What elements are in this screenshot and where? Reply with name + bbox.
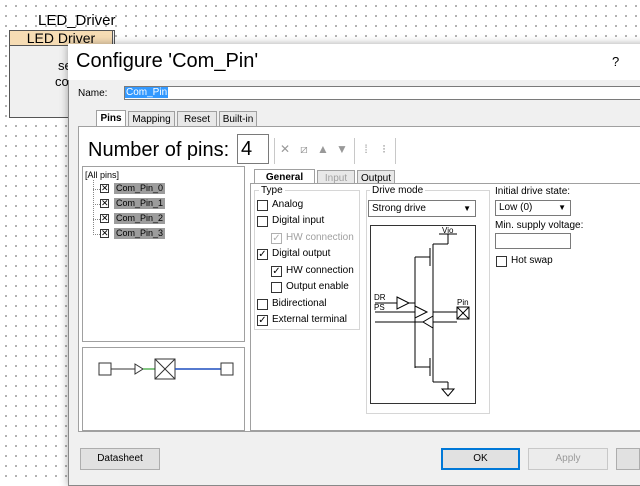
bidirectional-checkbox[interactable] [257, 299, 268, 310]
name-input[interactable] [124, 86, 640, 100]
pin-preview-diagram [98, 358, 234, 380]
tab-mapping[interactable]: Mapping [128, 111, 175, 127]
chevron-down-icon: ▼ [558, 203, 566, 212]
apply-button[interactable]: Apply [528, 448, 608, 470]
cancel-button-partial[interactable] [616, 448, 640, 470]
tab-reset[interactable]: Reset [177, 111, 217, 127]
output-hw-connection-checkbox[interactable]: ✓ [271, 266, 282, 277]
move-up-icon[interactable]: ▲ [317, 143, 329, 155]
digital-output-label: Digital output [272, 248, 331, 259]
min-supply-voltage-label: Min. supply voltage: [495, 220, 584, 231]
move-down-icon[interactable]: ▼ [336, 143, 348, 155]
ungroup-icon[interactable]: ⁝ [378, 143, 390, 155]
pin-preview [82, 347, 245, 431]
dialog-title: Configure 'Com_Pin' [76, 50, 259, 72]
external-terminal-label: External terminal [272, 314, 348, 325]
number-of-pins-input[interactable]: 4 [237, 134, 269, 164]
pin-label[interactable]: Com_Pin_0 [114, 183, 166, 194]
tree-connector [93, 189, 100, 190]
input-hw-connection-checkbox[interactable]: ✓ [271, 233, 282, 244]
pin-icon: ✕ [100, 183, 109, 193]
initial-drive-state-select[interactable]: Low (0) ▼ [495, 200, 571, 216]
name-value[interactable]: Com_Pin [125, 87, 169, 98]
pin-icon: ✕ [100, 228, 109, 238]
pin-label[interactable]: Com_Pin_2 [114, 213, 166, 224]
delete-icon[interactable]: ✕ [279, 143, 291, 155]
component-name-label: LED_Driver [38, 12, 116, 29]
ps-label: PS [374, 303, 385, 312]
dr-label: DR [374, 293, 386, 302]
vio-label: Vio [442, 226, 454, 235]
min-supply-voltage-input[interactable] [495, 233, 571, 249]
number-of-pins-label: Number of pins: [88, 139, 230, 161]
toolbar-separator [274, 138, 275, 164]
input-hw-connection-label: HW connection [286, 232, 354, 243]
output-enable-checkbox[interactable] [271, 282, 282, 293]
bidirectional-label: Bidirectional [272, 298, 327, 309]
datasheet-button[interactable]: Datasheet [80, 448, 160, 470]
toolbar-separator [354, 138, 355, 164]
pin-label[interactable]: Com_Pin_1 [114, 198, 166, 209]
digital-output-checkbox[interactable]: ✓ [257, 249, 268, 260]
tree-root-all-pins[interactable]: [All pins] [85, 170, 119, 180]
type-group [254, 190, 360, 330]
name-label: Name: [78, 88, 108, 99]
drive-mode-diagram: Vio DR PS Pin [370, 225, 476, 404]
output-hw-connection-label: HW connection [286, 265, 354, 276]
auto-assign-icon[interactable]: ⧄ [298, 143, 310, 155]
hot-swap-checkbox[interactable] [496, 256, 507, 267]
digital-input-label: Digital input [272, 215, 325, 226]
initial-drive-state-value: Low (0) [499, 202, 533, 213]
analog-label: Analog [272, 199, 304, 210]
analog-checkbox[interactable] [257, 200, 268, 211]
type-group-legend: Type [259, 185, 285, 196]
tree-connector [93, 234, 100, 235]
initial-drive-state-label: Initial drive state: [495, 186, 571, 197]
pin-label-diagram: Pin [457, 298, 469, 307]
ok-button[interactable]: OK [441, 448, 520, 470]
drive-mode-value: Strong drive [372, 203, 426, 214]
output-enable-label: Output enable [286, 281, 349, 292]
tab-built-in[interactable]: Built-in [219, 111, 257, 127]
component-text-fragment: co [55, 74, 69, 89]
pin-icon: ✕ [100, 213, 109, 223]
hot-swap-label: Hot swap [511, 255, 553, 266]
chevron-down-icon: ▼ [463, 204, 471, 213]
drive-mode-select[interactable]: Strong drive ▼ [368, 200, 476, 217]
digital-input-checkbox[interactable] [257, 216, 268, 227]
drive-mode-schematic: Vio DR PS Pin [374, 226, 470, 397]
tree-connector [93, 204, 100, 205]
external-terminal-checkbox[interactable]: ✓ [257, 315, 268, 326]
group-icon[interactable]: ⁞ [360, 143, 372, 155]
help-button[interactable]: ? [612, 54, 619, 69]
drive-mode-legend: Drive mode [370, 185, 426, 196]
pin-label[interactable]: Com_Pin_3 [114, 228, 166, 239]
pin-icon: ✕ [100, 198, 109, 208]
toolbar-separator [395, 138, 396, 164]
tree-connector [93, 219, 100, 220]
